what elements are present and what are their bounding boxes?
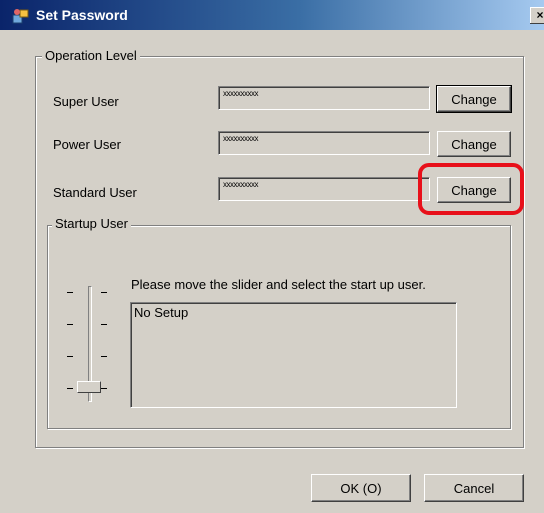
power-user-label: Power User bbox=[53, 137, 121, 152]
slider-tick bbox=[67, 292, 73, 293]
slider-tick bbox=[101, 388, 107, 389]
super-user-password-field[interactable]: xxxxxxxxxx bbox=[218, 86, 430, 110]
slider-tick bbox=[67, 388, 73, 389]
startup-user-list-item[interactable]: No Setup bbox=[134, 305, 188, 320]
window-title: Set Password bbox=[36, 7, 128, 23]
operation-level-legend: Operation Level bbox=[42, 48, 140, 63]
app-icon bbox=[12, 9, 29, 24]
standard-user-label: Standard User bbox=[53, 185, 137, 200]
title-bar[interactable]: Set Password × bbox=[0, 0, 544, 30]
standard-user-password-field[interactable]: xxxxxxxxxx bbox=[218, 177, 430, 201]
startup-user-legend: Startup User bbox=[52, 216, 131, 231]
slider-tick bbox=[101, 324, 107, 325]
startup-instruction: Please move the slider and select the st… bbox=[131, 277, 426, 292]
slider-tick bbox=[67, 324, 73, 325]
slider-tick bbox=[67, 356, 73, 357]
power-user-change-button[interactable]: Change bbox=[437, 131, 511, 157]
power-user-password-field[interactable]: xxxxxxxxxx bbox=[218, 131, 430, 155]
slider-tick bbox=[101, 356, 107, 357]
highlight-annotation bbox=[418, 163, 524, 215]
startup-user-list[interactable]: No Setup bbox=[130, 302, 457, 408]
cancel-button[interactable]: Cancel bbox=[424, 474, 524, 502]
super-user-label: Super User bbox=[53, 94, 119, 109]
super-user-change-button[interactable]: Change bbox=[436, 85, 512, 113]
close-button[interactable]: × bbox=[530, 7, 544, 24]
slider-tick bbox=[101, 292, 107, 293]
slider-thumb[interactable] bbox=[77, 381, 101, 393]
set-password-dialog: Set Password × Operation Level Super Use… bbox=[0, 0, 544, 513]
ok-button[interactable]: OK (O) bbox=[311, 474, 411, 502]
